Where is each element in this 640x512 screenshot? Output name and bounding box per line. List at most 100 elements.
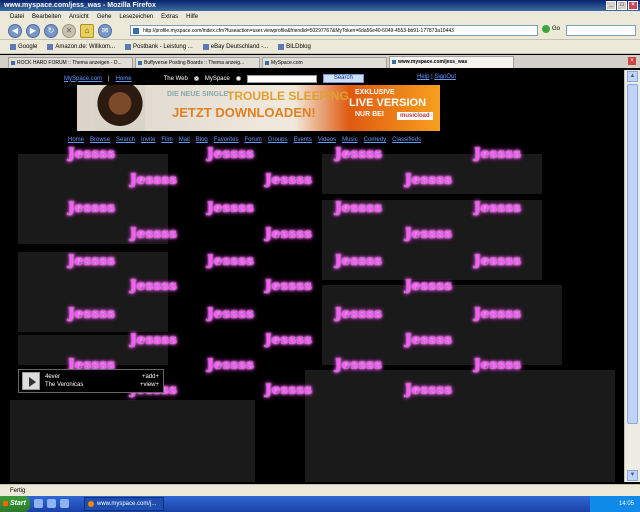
home-icon[interactable]: ⌂: [80, 23, 94, 38]
glitter-text: Jessss: [474, 200, 522, 216]
glitter-text: Jessss: [405, 382, 453, 398]
nav-blog[interactable]: Blog: [196, 137, 208, 143]
menu-lesezeichen[interactable]: Lesezeichen: [119, 14, 153, 20]
nav-music[interactable]: Music: [342, 137, 358, 143]
nav-favorites[interactable]: Favorites: [214, 137, 239, 143]
bookmark-amazon[interactable]: Amazon.de: Willkom...: [47, 43, 115, 50]
go-button[interactable]: Go: [542, 25, 560, 33]
player-actions: +add+ +view+: [140, 373, 159, 389]
glitter-text: Jessss: [405, 332, 453, 348]
myspace-search-input[interactable]: [246, 74, 317, 83]
glitter-text: Jessss: [68, 306, 116, 322]
banner-line2: TROUBLE SLEEPING: [227, 89, 350, 103]
tab-buffyverse[interactable]: Buffyverse Posting Boards :: Thema anzei…: [135, 57, 260, 68]
start-button[interactable]: Start: [0, 496, 30, 512]
go-label: Go: [552, 26, 561, 32]
glitter-text: Jessss: [474, 357, 522, 373]
glitter-text: Jessss: [265, 172, 313, 188]
help-link[interactable]: Help: [417, 74, 429, 80]
ad-banner[interactable]: DIE NEUE SINGLE TROUBLE SLEEPING JETZT D…: [77, 85, 440, 131]
nav-classifieds[interactable]: Classifieds: [392, 137, 421, 143]
scroll-down-icon[interactable]: ▼: [627, 470, 638, 481]
menu-extras[interactable]: Extras: [161, 14, 178, 20]
menu-datei[interactable]: Datei: [10, 14, 24, 20]
nav-events[interactable]: Events: [293, 137, 311, 143]
bookmark-label: BILDblog: [286, 43, 311, 50]
address-bar[interactable]: http://profile.myspace.com/index.cfm?fus…: [130, 25, 538, 36]
bookmark-icon: [202, 43, 209, 50]
nav-groups[interactable]: Groups: [268, 137, 288, 143]
quick-launch: [34, 499, 69, 508]
taskbar-item-firefox[interactable]: www.myspace.com/j...: [84, 497, 164, 511]
window-title-bar: www.myspace.com/jess_was - Mozilla Firef…: [0, 0, 640, 11]
bookmark-icon: [125, 43, 132, 50]
nav-home[interactable]: Home: [68, 137, 84, 143]
view-button[interactable]: +view+: [140, 381, 159, 389]
nav-invite[interactable]: Invite: [141, 137, 155, 143]
play-icon[interactable]: [22, 372, 40, 390]
glitter-text: Jessss: [68, 253, 116, 269]
singer-photo: [95, 85, 145, 131]
glitter-text: Jessss: [207, 253, 255, 269]
glitter-text: Jessss: [130, 278, 178, 294]
glitter-text: Jessss: [405, 278, 453, 294]
bookmark-icon: [10, 43, 16, 50]
search-input[interactable]: [566, 25, 636, 36]
glitter-text: Jessss: [405, 172, 453, 188]
taskbar: Start www.myspace.com/j... 14:05: [0, 496, 640, 512]
bookmark-ebay[interactable]: eBay Deutschland -...: [202, 43, 269, 50]
scroll-up-icon[interactable]: ▲: [627, 71, 638, 82]
nav-mail[interactable]: Mail: [179, 137, 190, 143]
bookmark-postbank[interactable]: Postbank - Leistung ...: [125, 43, 193, 50]
bookmark-google[interactable]: Google: [10, 43, 38, 50]
mail-icon[interactable]: ✉: [98, 23, 112, 38]
bookmark-label: eBay Deutschland -...: [210, 43, 269, 50]
myspace-label: MySpace: [204, 75, 230, 82]
glitter-text: Jessss: [335, 200, 383, 216]
music-player: 4ever The Veronicas +add+ +view+: [18, 369, 164, 393]
glitter-text: Jessss: [474, 253, 522, 269]
menu-hilfe[interactable]: Hilfe: [186, 14, 198, 20]
glitter-text: Jessss: [207, 357, 255, 373]
minimize-button[interactable]: _: [606, 1, 616, 10]
nav-browse[interactable]: Browse: [90, 137, 110, 143]
nav-comedy[interactable]: Comedy: [364, 137, 386, 143]
tab-myspace[interactable]: MySpace.com: [262, 57, 387, 68]
menu-gehe[interactable]: Gehe: [97, 14, 112, 20]
web-radio[interactable]: [193, 76, 199, 81]
menu-ansicht[interactable]: Ansicht: [69, 14, 89, 20]
maximize-button[interactable]: □: [617, 1, 627, 10]
glitter-text: Jessss: [207, 200, 255, 216]
glitter-text: Jessss: [405, 226, 453, 242]
reload-icon[interactable]: ↻: [44, 23, 58, 38]
signout-link[interactable]: SignOut: [434, 74, 456, 80]
forward-icon[interactable]: ▶: [26, 23, 40, 38]
back-icon[interactable]: ◀: [8, 23, 22, 38]
nav-film[interactable]: Film: [161, 137, 172, 143]
window-title: www.myspace.com/jess_was - Mozilla Firef…: [4, 2, 156, 9]
myspace-nav: Home Browse Search Invite Film Mail Blog…: [68, 137, 421, 143]
bookmark-label: Google: [18, 43, 38, 50]
vertical-scrollbar[interactable]: ▲ ▼: [624, 70, 640, 482]
tab-jess-was[interactable]: www.myspace.com/jess_was: [389, 56, 514, 68]
nav-videos[interactable]: Videos: [318, 137, 336, 143]
tab-close-icon[interactable]: ×: [628, 57, 636, 65]
home-link[interactable]: Home: [116, 76, 132, 82]
ie-icon[interactable]: [34, 499, 43, 508]
nav-search[interactable]: Search: [116, 137, 135, 143]
menu-bearbeiten[interactable]: Bearbeiten: [32, 14, 61, 20]
desktop-icon[interactable]: [47, 499, 56, 508]
add-button[interactable]: +add+: [140, 373, 159, 381]
bookmark-bildblog[interactable]: BILDblog: [278, 43, 311, 50]
tab-rock-hard-forum[interactable]: ROCK HARD FORUM :: Thema anzeigen - D...: [8, 57, 133, 68]
profile-panel: [10, 400, 255, 482]
window-controls: _ □ ×: [606, 1, 638, 10]
nav-forum[interactable]: Forum: [244, 137, 261, 143]
myspace-radio[interactable]: [235, 76, 241, 81]
myspace-home-link[interactable]: MySpace.com: [64, 76, 102, 82]
close-button[interactable]: ×: [628, 1, 638, 10]
firefox-icon[interactable]: [60, 499, 69, 508]
scroll-thumb[interactable]: [627, 84, 638, 424]
stop-icon[interactable]: ✕: [62, 23, 76, 38]
myspace-search-button[interactable]: Search: [322, 74, 364, 83]
